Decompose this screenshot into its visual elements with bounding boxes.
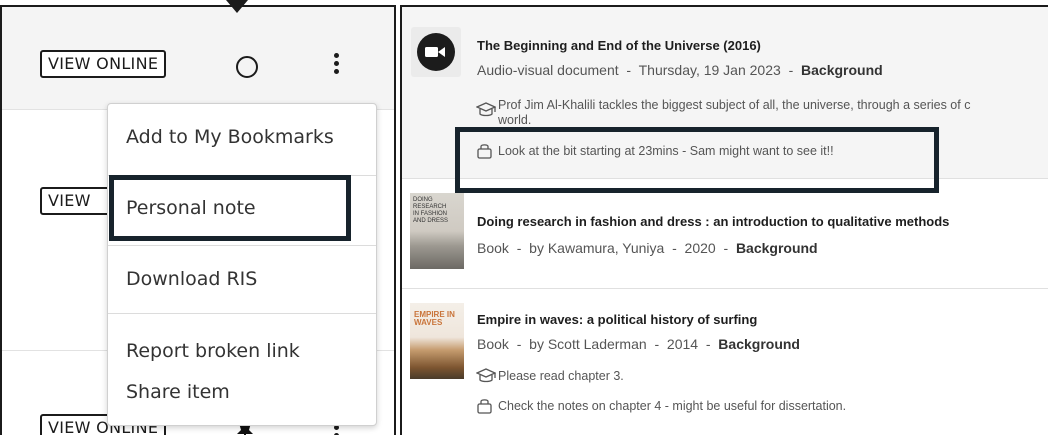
menu-item-download-ris[interactable]: Download RIS	[126, 268, 257, 290]
menu-divider	[108, 313, 376, 314]
result-description-cont: world.	[498, 113, 532, 127]
video-camera-icon	[411, 27, 461, 77]
menu-item-personal-note[interactable]: Personal note	[126, 197, 256, 219]
menu-divider	[108, 175, 376, 176]
kebab-menu-icon[interactable]	[334, 425, 340, 435]
view-online-button[interactable]: VIEW ONLINE	[40, 50, 167, 78]
result-category: Background	[735, 240, 818, 256]
separator: -	[672, 240, 677, 256]
result-year: 2020	[684, 240, 716, 256]
list-item[interactable]	[402, 179, 1048, 289]
result-type: Book	[477, 336, 509, 352]
view-online-button[interactable]: VIEW	[40, 187, 110, 215]
result-meta: Book - by Scott Laderman - 2014 - Backgr…	[477, 336, 800, 352]
actions-dropdown-menu: Add to My Bookmarks Personal note Downlo…	[107, 103, 377, 426]
separator: -	[516, 240, 522, 256]
reading-note-text: Please read chapter 3.	[498, 369, 624, 383]
result-description: Prof Jim Al-Khalili tackles the biggest …	[498, 98, 971, 112]
separator: -	[654, 336, 660, 352]
result-year: 2014	[666, 336, 699, 352]
circle-outline-icon[interactable]	[236, 56, 258, 78]
results-panel: The Beginning and End of the Universe (2…	[400, 5, 1048, 435]
result-category: Background	[718, 336, 800, 352]
lock-icon	[476, 142, 493, 164]
cover-title: DOING RESEARCH IN FASHION AND DRESS	[413, 197, 449, 224]
result-date: Thursday, 19 Jan 2023	[638, 62, 781, 78]
kebab-menu-icon[interactable]	[334, 53, 340, 77]
book-cover[interactable]: DOING RESEARCH IN FASHION AND DRESS	[410, 193, 464, 269]
separator: -	[705, 336, 711, 352]
menu-divider	[108, 245, 376, 246]
separator: -	[516, 336, 522, 352]
result-meta: Audio-visual document - Thursday, 19 Jan…	[477, 62, 883, 78]
result-title[interactable]: Empire in waves: a political history of …	[477, 312, 757, 327]
lock-icon	[476, 397, 493, 419]
cover-title: EMPIRE IN WAVES	[414, 310, 455, 327]
result-title[interactable]: The Beginning and End of the Universe (2…	[477, 38, 761, 53]
menu-item-add-to-bookmarks[interactable]: Add to My Bookmarks	[126, 126, 334, 148]
result-author: by Kawamura, Yuniya	[529, 240, 665, 256]
graduation-cap-icon	[475, 101, 497, 124]
result-type: Book	[477, 240, 509, 256]
pointer-arrow	[226, 0, 248, 13]
left-panel: VIEW ONLINE VIEW VIEW ONLINE Add to My B…	[0, 5, 396, 435]
result-meta: Book - by Kawamura, Yuniya - 2020 - Back…	[477, 240, 818, 256]
personal-note-text: Check the notes on chapter 4 - might be …	[498, 399, 847, 413]
separator: -	[788, 62, 794, 78]
separator: -	[723, 240, 729, 256]
result-category: Background	[801, 62, 883, 78]
book-cover[interactable]: EMPIRE IN WAVES	[410, 303, 464, 379]
menu-item-report-broken-link[interactable]: Report broken link	[126, 340, 300, 362]
graduation-cap-icon	[475, 367, 497, 390]
personal-note-text: Look at the bit starting at 23mins - Sam…	[498, 144, 834, 158]
menu-item-share-item[interactable]: Share item	[126, 381, 230, 403]
list-item[interactable]	[402, 289, 1048, 435]
result-author: by Scott Laderman	[529, 336, 647, 352]
separator: -	[626, 62, 632, 78]
result-type: Audio-visual document	[477, 62, 619, 78]
result-title[interactable]: Doing research in fashion and dress : an…	[477, 214, 949, 229]
